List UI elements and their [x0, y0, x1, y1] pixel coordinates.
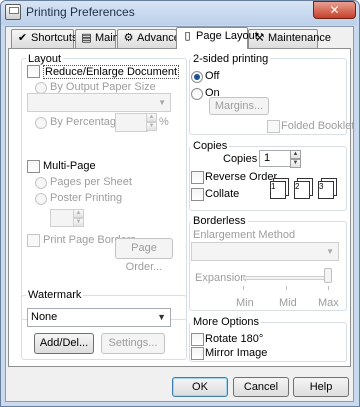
pages-up-button[interactable]: ▲: [73, 209, 84, 218]
two-sided-printing-title: 2-sided printing: [191, 53, 271, 65]
percentage-up-button[interactable]: ▲: [146, 113, 157, 122]
folded-booklet-checkbox[interactable]: [267, 120, 280, 133]
collate-page-number: 3: [319, 182, 324, 191]
slider-tick-mid: [286, 286, 287, 290]
two-sided-off-radio[interactable]: [191, 71, 203, 83]
watermark-group-title: Watermark: [26, 289, 84, 301]
collate-page-number: 2: [295, 182, 300, 191]
cancel-button[interactable]: Cancel: [233, 377, 289, 397]
collate-pages-icon: 1 2 3: [269, 175, 341, 201]
slider-label-mid: Mid: [279, 297, 297, 309]
tab-page-layout[interactable]: ▯ Page Layout: [176, 27, 258, 49]
mirror-image-label: Mirror Image: [205, 347, 268, 359]
help-button[interactable]: Help: [293, 377, 349, 397]
slider-tick-min: [243, 286, 244, 290]
slider-tick-max: [328, 286, 329, 290]
folded-booklet-label: Folded Booklet: [281, 120, 355, 132]
collate-checkbox[interactable]: [191, 188, 204, 201]
by-output-paper-size-label: By Output Paper Size: [50, 81, 156, 93]
layout-group-title: Layout: [26, 53, 64, 65]
tab-page-layout-label: Page Layout: [196, 30, 258, 42]
reverse-order-label: Reverse Order: [205, 171, 278, 183]
reduce-enlarge-checkbox[interactable]: [27, 65, 40, 78]
close-button[interactable]: ✕: [313, 1, 356, 19]
copies-down-button[interactable]: ▼: [290, 159, 301, 168]
tab-main-label: Main: [95, 32, 119, 44]
pages-select[interactable]: [50, 209, 74, 227]
expansion-slider-track: [243, 276, 329, 280]
chevron-down-icon: ▼: [157, 312, 166, 322]
multi-page-checkbox[interactable]: [27, 160, 40, 173]
watermark-select[interactable]: None ▼: [27, 308, 171, 327]
rotate-180-label: Rotate 180°: [205, 333, 264, 345]
pages-per-sheet-label: Pages per Sheet: [50, 176, 132, 188]
multi-page-label: Multi-Page: [43, 160, 96, 172]
print-page-borders-checkbox[interactable]: [27, 234, 40, 247]
gear-icon: ⚙: [123, 32, 134, 44]
borderless-group-title: Borderless: [191, 215, 248, 227]
collate-page-icon: 2: [294, 181, 310, 199]
checklist-icon: ✔: [17, 32, 28, 44]
chevron-down-icon: ▼: [158, 98, 166, 107]
slider-label-min: Min: [236, 297, 254, 309]
tab-shortcuts-label: Shortcuts: [31, 32, 78, 44]
tab-advanced[interactable]: ⚙ Advanced: [117, 29, 186, 48]
copies-label: Copies: [223, 153, 258, 165]
copies-up-button[interactable]: ▲: [290, 150, 301, 159]
reduce-enlarge-label: Reduce/Enlarge Document: [43, 65, 180, 79]
tab-maintenance-label: Maintenance: [268, 32, 331, 44]
page-icon: ▯: [184, 30, 191, 42]
poster-printing-radio[interactable]: [35, 193, 47, 205]
watermark-settings-button[interactable]: Settings...: [101, 333, 165, 354]
pages-per-sheet-radio[interactable]: [35, 177, 47, 189]
ok-button[interactable]: OK: [172, 377, 228, 397]
tab-maintenance[interactable]: ⚒ Maintenance: [248, 29, 331, 48]
margins-button[interactable]: Margins...: [209, 97, 269, 115]
printer-icon: ▤: [81, 32, 92, 44]
rotate-180-checkbox[interactable]: [191, 333, 204, 346]
by-percentage-label: By Percentage: [50, 116, 123, 128]
add-del-watermark-button[interactable]: Add/Del...: [34, 333, 94, 354]
two-sided-on-radio[interactable]: [191, 88, 203, 100]
output-paper-size-select[interactable]: ▼: [27, 93, 171, 112]
page-order-button[interactable]: Page Order...: [115, 238, 173, 273]
tab-shortcuts[interactable]: ✔ Shortcuts: [11, 29, 78, 48]
percent-sign: %: [159, 116, 169, 128]
enlargement-method-label: Enlargement Method: [193, 229, 296, 241]
percentage-input[interactable]: [115, 113, 148, 132]
percentage-down-button[interactable]: ▼: [146, 122, 157, 131]
reverse-order-checkbox[interactable]: [191, 171, 204, 184]
pages-down-button[interactable]: ▼: [73, 218, 84, 227]
collate-label: Collate: [205, 188, 240, 200]
copies-input[interactable]: 1: [259, 150, 291, 167]
slider-label-max: Max: [318, 297, 339, 309]
two-sided-off-label: Off: [205, 70, 220, 82]
chevron-down-icon: ▼: [326, 247, 334, 256]
enlargement-method-select[interactable]: ▼: [191, 242, 339, 261]
window-title: Printing Preferences: [26, 5, 135, 19]
tab-main[interactable]: ▤ Main: [75, 29, 119, 48]
page-layout-panel: Layout Reduce/Enlarge Document By Output…: [8, 48, 355, 367]
watermark-selected-value: None: [31, 311, 58, 323]
collate-page-number: 1: [271, 182, 276, 191]
by-percentage-radio[interactable]: [35, 117, 47, 129]
more-options-group-title: More Options: [191, 316, 262, 328]
collate-page-icon: 1: [270, 181, 286, 199]
collate-page-icon: 3: [318, 181, 334, 199]
printer-app-icon: [5, 4, 21, 20]
expansion-slider-thumb[interactable]: [324, 268, 332, 283]
mirror-image-checkbox[interactable]: [191, 347, 204, 360]
poster-printing-label: Poster Printing: [50, 192, 123, 204]
expansion-label: Expansion: [195, 272, 247, 284]
copies-group-title: Copies: [191, 140, 230, 152]
